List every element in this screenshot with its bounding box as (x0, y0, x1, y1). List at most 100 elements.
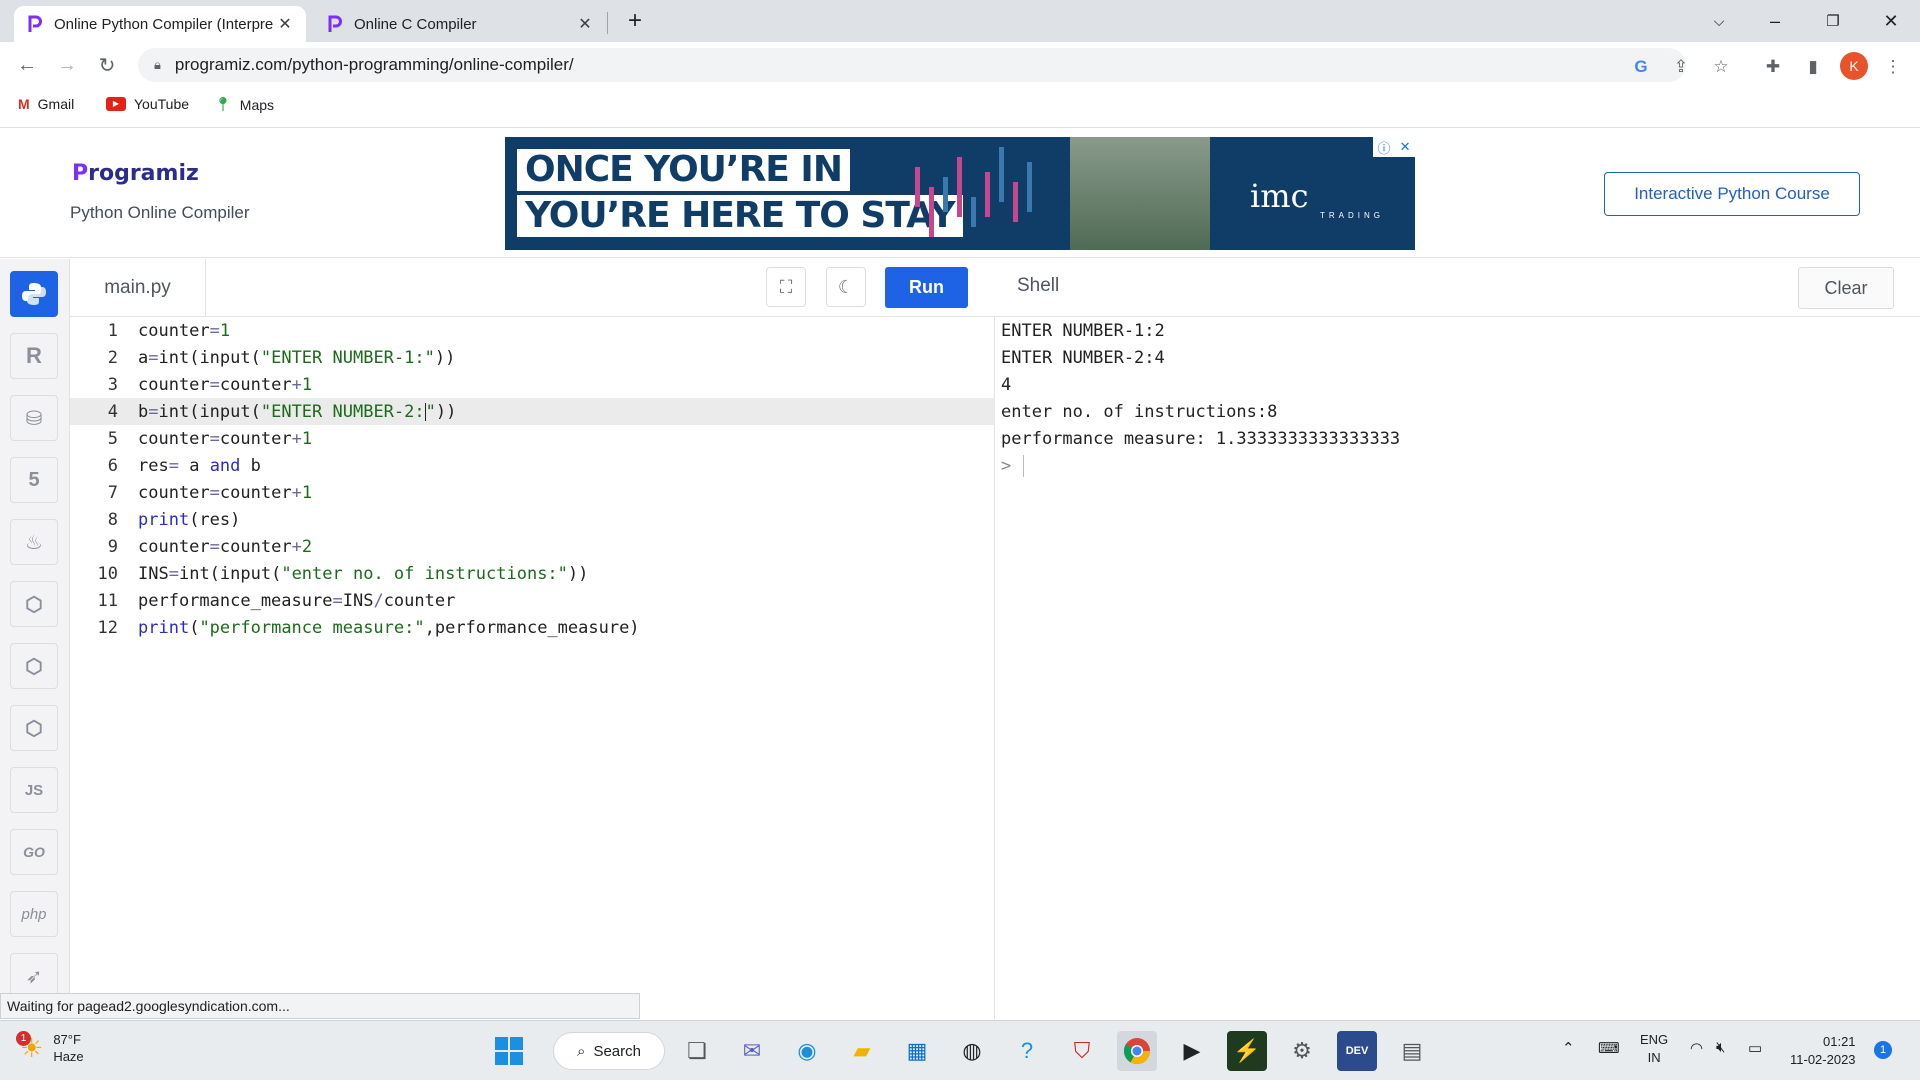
profile-avatar[interactable]: K (1840, 52, 1868, 80)
line-number: 1 (107, 320, 118, 341)
app-icon[interactable]: ◍ (952, 1031, 992, 1071)
shell-line: performance measure: 1.3333333333333333 (1001, 428, 1401, 449)
tab-close-icon[interactable]: ✕ (276, 14, 294, 34)
menu-kebab-icon[interactable]: ⋮ (1880, 54, 1906, 80)
youtube-icon: ▶ (106, 97, 126, 111)
tab-search-chevron-down-icon[interactable]: ⌵ (1696, 6, 1742, 36)
side-panel-icon[interactable]: ▮ (1800, 54, 1826, 80)
sidebar-item-sql[interactable]: ⛁ (10, 395, 58, 441)
sidebar-item-python[interactable] (10, 271, 58, 317)
line-number: 11 (97, 590, 118, 611)
search-label: Search (593, 1042, 641, 1060)
file-explorer-icon[interactable]: ▰ (842, 1031, 882, 1071)
language-indicator[interactable]: ENG IN (1640, 1031, 1668, 1067)
minimize-icon[interactable]: – (1752, 6, 1798, 36)
dev-cpp-icon[interactable]: DEV (1337, 1031, 1377, 1071)
share-icon[interactable]: ⇪ (1668, 54, 1694, 80)
window-close-icon[interactable]: ✕ (1868, 6, 1914, 36)
sidebar-item-java[interactable]: ♨ (10, 519, 58, 565)
bookmark-star-icon[interactable]: ☆ (1708, 54, 1734, 80)
shell-input-line[interactable]: > (1001, 452, 1025, 479)
notification-badge[interactable]: 1 (1874, 1041, 1892, 1059)
taskbar-search[interactable]: ⌕ Search (553, 1032, 665, 1070)
settings-gear-icon[interactable]: ⚙ (1282, 1031, 1322, 1071)
sidebar-item-js[interactable]: JS (10, 767, 58, 813)
battery-icon[interactable]: ▭ (1748, 1039, 1762, 1057)
restore-icon[interactable]: ❐ (1810, 6, 1856, 36)
code-editor[interactable]: 1 counter=1 2 a=int(input("ENTER NUMBER-… (70, 317, 995, 1019)
shell-title: Shell (1017, 275, 1060, 296)
advertisement-banner[interactable]: ONCE YOU’RE IN YOU’RE HERE TO STAY imc TR… (505, 137, 1415, 250)
dark-mode-moon-icon[interactable]: ☾ (826, 267, 866, 307)
teams-chat-icon[interactable]: ✉ (732, 1031, 772, 1071)
java-cup-icon: ♨ (25, 531, 43, 554)
ad-info-icon[interactable]: ⓘ (1378, 138, 1391, 157)
code-text: performance_measure=INS/counter (138, 590, 456, 611)
shell-header: Shell Clear (995, 259, 1920, 317)
line-number: 9 (107, 536, 118, 557)
weather-widget[interactable]: ☀ 1 87°F Haze (16, 1030, 84, 1065)
clear-button[interactable]: Clear (1798, 267, 1894, 309)
shell-output[interactable]: ENTER NUMBER-1:2 ENTER NUMBER-2:4 4 ente… (995, 317, 1920, 1019)
mcafee-shield-icon[interactable]: ⛉ (1062, 1031, 1102, 1071)
tab-close-icon[interactable]: ✕ (576, 14, 594, 34)
chart-app-icon[interactable]: ⚡ (1227, 1031, 1267, 1071)
sidebar-item-php[interactable]: php (10, 891, 58, 937)
r-language-icon: R (26, 343, 42, 368)
code-line: 10 INS=int(input("enter no. of instructi… (70, 560, 995, 587)
keyboard-icon[interactable]: ⌨ (1598, 1039, 1620, 1057)
python-icon (22, 283, 46, 305)
edge-browser-icon[interactable]: ◉ (787, 1031, 827, 1071)
sidebar-item-html[interactable]: 5 (10, 457, 58, 503)
sidebar-item-r[interactable]: R (10, 333, 58, 379)
address-bar[interactable]: 🔒︎ programiz.com/python-programming/onli… (138, 48, 1686, 82)
programiz-logo[interactable]: Programiz (72, 161, 199, 186)
bookmark-maps[interactable]: 📍︎ Maps (214, 96, 274, 113)
tab-python-compiler[interactable]: Online Python Compiler (Interpre ✕ (14, 6, 306, 42)
media-player-icon[interactable]: ▶ (1172, 1031, 1212, 1071)
new-tab-plus-icon[interactable]: + (612, 6, 658, 36)
clock[interactable]: 01:21 11-02-2023 (1790, 1033, 1856, 1069)
ad-candlestick-graphic (915, 147, 1032, 237)
html5-icon: 5 (28, 468, 40, 491)
extensions-puzzle-icon[interactable]: ✚ (1760, 54, 1786, 80)
line-number: 10 (97, 563, 118, 584)
run-button[interactable]: Run (885, 267, 968, 308)
tab-c-compiler[interactable]: Online C Compiler ✕ (314, 6, 606, 42)
chevron-up-icon[interactable]: ⌃ (1562, 1039, 1575, 1057)
database-icon: ⛁ (25, 407, 43, 430)
help-app-icon[interactable]: ? (1007, 1031, 1047, 1071)
windows-start-icon[interactable] (489, 1031, 529, 1071)
wifi-icon[interactable]: ◠ (1690, 1039, 1703, 1057)
programiz-favicon-icon (26, 15, 44, 33)
code-line: 9 counter=counter+2 (70, 533, 995, 560)
code-text: print(res) (138, 509, 241, 530)
task-view-icon[interactable]: ❏ (677, 1031, 717, 1071)
google-lens-icon[interactable]: G (1628, 54, 1654, 80)
sidebar-item-go[interactable]: GO (10, 829, 58, 875)
code-text: counter=counter+1 (138, 374, 313, 395)
code-line-active: 4 b=int(input("ENTER NUMBER-2:")) (70, 398, 995, 425)
code-text: counter=counter+1 (138, 428, 313, 449)
bookmark-gmail[interactable]: M Gmail (18, 96, 74, 112)
file-tab-main-py[interactable]: main.py (70, 259, 206, 317)
code-line: 6 res= a and b (70, 452, 995, 479)
ad-person-image (1070, 137, 1210, 250)
reload-icon[interactable]: ↻ (92, 50, 122, 80)
microsoft-store-icon[interactable]: ▦ (897, 1031, 937, 1071)
ad-choices[interactable]: ⓘ ✕ (1373, 137, 1415, 157)
code-line: 7 counter=counter+1 (70, 479, 995, 506)
calculator-icon[interactable]: ▤ (1392, 1031, 1432, 1071)
fullscreen-icon[interactable]: ⛶ (766, 267, 806, 307)
chrome-icon[interactable] (1117, 1031, 1157, 1071)
sidebar-item-csharp[interactable]: ⬡ (10, 705, 58, 751)
sidebar-item-c[interactable]: ⬡ (10, 581, 58, 627)
bookmark-youtube[interactable]: ▶ YouTube (106, 96, 189, 112)
ad-close-icon[interactable]: ✕ (1400, 139, 1411, 155)
back-arrow-icon[interactable]: ← (12, 50, 42, 80)
forward-arrow-icon[interactable]: → (52, 50, 82, 80)
volume-muted-icon[interactable]: 🔇︎ (1716, 1039, 1725, 1056)
sidebar-item-cpp[interactable]: ⬡ (10, 643, 58, 689)
interactive-python-course-button[interactable]: Interactive Python Course (1604, 172, 1860, 216)
maps-icon: 📍︎ (214, 96, 232, 112)
